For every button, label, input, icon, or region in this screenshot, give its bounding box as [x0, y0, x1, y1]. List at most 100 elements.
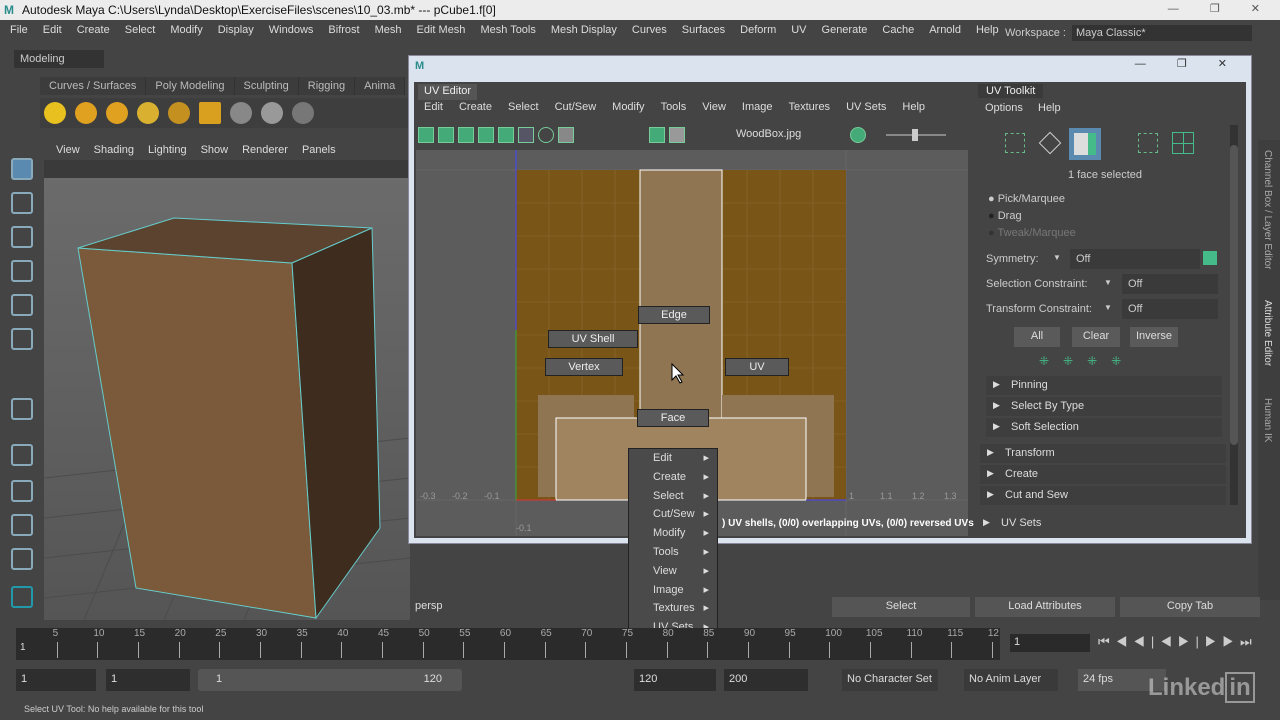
uv-menu-uvsets[interactable]: UV Sets	[846, 101, 886, 113]
exposure-slider-handle[interactable]	[912, 129, 918, 141]
uv-shell-icon[interactable]	[438, 127, 454, 143]
uv-menu-create[interactable]: Create	[459, 101, 492, 113]
character-set-dropdown[interactable]: No Character Set	[842, 669, 938, 691]
ctx-item-select[interactable]: Select	[629, 487, 717, 506]
grid-icon[interactable]	[518, 127, 534, 143]
mode-dropdown[interactable]: Modeling	[14, 50, 104, 68]
marking-menu-face[interactable]: Face	[637, 409, 709, 427]
tab-channel-box[interactable]: Channel Box / Layer Editor	[1262, 150, 1273, 270]
section-select-by-type[interactable]: Select By Type	[986, 397, 1222, 416]
wireframe-icon[interactable]	[498, 127, 514, 143]
scene-end-field[interactable]: 200	[724, 669, 808, 691]
vp-menu-panels[interactable]: Panels	[302, 144, 336, 158]
uv-window-controls[interactable]: — ❐ ✕	[1135, 57, 1241, 70]
outliner-icon[interactable]	[11, 548, 33, 570]
section-cut-and-sew[interactable]: Cut and Sew	[980, 486, 1226, 505]
scene-start-field[interactable]: 1	[16, 669, 96, 691]
ctx-item-view[interactable]: View	[629, 562, 717, 581]
section-create[interactable]: Create	[980, 465, 1226, 484]
shelf-tab-sculpting[interactable]: Sculpting	[234, 77, 299, 95]
menu-cache[interactable]: Cache	[882, 24, 914, 42]
pixel-snap-icon[interactable]	[538, 127, 554, 143]
select-tool-icon[interactable]	[11, 158, 33, 180]
uv-menu-cutsew[interactable]: Cut/Sew	[555, 101, 597, 113]
marking-menu-vertex[interactable]: Vertex	[545, 358, 623, 376]
move-tool-icon[interactable]	[11, 260, 33, 282]
uv-menu-tools[interactable]: Tools	[661, 101, 687, 113]
ctx-item-create[interactable]: Create	[629, 468, 717, 487]
maya-m-icon[interactable]	[11, 586, 33, 608]
menu-modify[interactable]: Modify	[170, 24, 202, 42]
uv-shell-mode-icon[interactable]	[1172, 132, 1194, 154]
transform-constraint-dropdown[interactable]: Off	[1122, 299, 1218, 319]
select-all-button[interactable]: All	[1014, 327, 1060, 347]
menu-generate[interactable]: Generate	[822, 24, 868, 42]
texture-name[interactable]: WoodBox.jpg	[736, 128, 801, 140]
copy-tab-button[interactable]: Copy Tab	[1120, 597, 1260, 617]
ctx-item-textures[interactable]: Textures	[629, 599, 717, 618]
ctx-item-image[interactable]: Image	[629, 581, 717, 600]
chevron-down-icon[interactable]: ▼	[1104, 278, 1112, 287]
menu-display[interactable]: Display	[218, 24, 254, 42]
light-icon[interactable]	[75, 102, 97, 124]
vp-menu-show[interactable]: Show	[201, 144, 229, 158]
tab-attribute-editor[interactable]: Attribute Editor	[1262, 300, 1273, 366]
radio-drag[interactable]: ● Drag	[988, 210, 1022, 222]
uv-menu-view[interactable]: View	[702, 101, 726, 113]
layout-single-icon[interactable]	[11, 444, 33, 466]
uv-menu-select[interactable]: Select	[508, 101, 539, 113]
anim-start-field[interactable]: 1	[106, 669, 190, 691]
menu-deform[interactable]: Deform	[740, 24, 776, 42]
soft-select-icon[interactable]	[11, 398, 33, 420]
symmetry-dropdown[interactable]: Off	[1070, 249, 1200, 269]
scale-tool-icon[interactable]	[11, 328, 33, 350]
uv-menu-modify[interactable]: Modify	[612, 101, 644, 113]
light-icon[interactable]	[137, 102, 159, 124]
marking-menu-edge[interactable]: Edge	[638, 306, 710, 324]
anim-end-field[interactable]: 120	[634, 669, 716, 691]
menu-create[interactable]: Create	[77, 24, 110, 42]
chevron-down-icon[interactable]: ▼	[1053, 253, 1061, 262]
sphere-icon[interactable]	[292, 102, 314, 124]
vp-menu-renderer[interactable]: Renderer	[242, 144, 288, 158]
rgb-channels-icon[interactable]	[850, 127, 866, 143]
lasso-tool-icon[interactable]	[11, 192, 33, 214]
vp-menu-shading[interactable]: Shading	[94, 144, 134, 158]
ctx-item-tools[interactable]: Tools	[629, 543, 717, 562]
menu-bifrost[interactable]: Bifrost	[328, 24, 359, 42]
ctx-item-edit[interactable]: Edit	[629, 449, 717, 468]
radio-pick-marquee[interactable]: ● Pick/Marquee	[988, 193, 1065, 205]
grow-shrink-icons[interactable]: ⁜⁜⁜⁜	[1039, 354, 1135, 368]
marking-menu-uv[interactable]: UV	[725, 358, 789, 376]
perspective-viewport[interactable]	[43, 178, 411, 621]
menu-select[interactable]: Select	[125, 24, 156, 42]
uv-mode-icon[interactable]	[1138, 133, 1158, 153]
section-soft-selection[interactable]: Soft Selection	[986, 418, 1222, 437]
checker-icon[interactable]	[669, 127, 686, 143]
cube-front-face[interactable]	[77, 247, 317, 619]
load-attributes-button[interactable]: Load Attributes	[975, 597, 1115, 617]
menu-mesh-tools[interactable]: Mesh Tools	[480, 24, 535, 42]
uv-menu-help[interactable]: Help	[902, 101, 925, 113]
range-slider[interactable]: 1 120	[198, 669, 462, 691]
menu-mesh-display[interactable]: Mesh Display	[551, 24, 617, 42]
snapshot-icon[interactable]	[558, 127, 574, 143]
toolkit-menu-options[interactable]: Options	[985, 102, 1023, 114]
shelf-tab-poly[interactable]: Poly Modeling	[146, 77, 235, 95]
menu-help[interactable]: Help	[976, 24, 999, 42]
menu-edit[interactable]: Edit	[43, 24, 62, 42]
inverse-button[interactable]: Inverse	[1130, 327, 1178, 347]
menu-mesh[interactable]: Mesh	[375, 24, 402, 42]
section-transform[interactable]: Transform	[980, 444, 1226, 463]
ctx-item-cutsew[interactable]: Cut/Sew	[629, 505, 717, 524]
layout-two-icon[interactable]	[11, 514, 33, 536]
menu-windows[interactable]: Windows	[269, 24, 314, 42]
workspace-selector[interactable]: Workspace : Maya Classic*	[1005, 25, 1252, 41]
uv-menu-image[interactable]: Image	[742, 101, 773, 113]
uv-toolkit-tab[interactable]: UV Toolkit	[978, 84, 1044, 98]
sphere-icon[interactable]	[230, 102, 252, 124]
toolkit-menu-help[interactable]: Help	[1038, 102, 1061, 114]
shelf-tab-curves[interactable]: Curves / Surfaces	[40, 77, 147, 95]
paint-select-icon[interactable]	[11, 226, 33, 248]
scrollbar-thumb[interactable]	[1230, 145, 1238, 445]
